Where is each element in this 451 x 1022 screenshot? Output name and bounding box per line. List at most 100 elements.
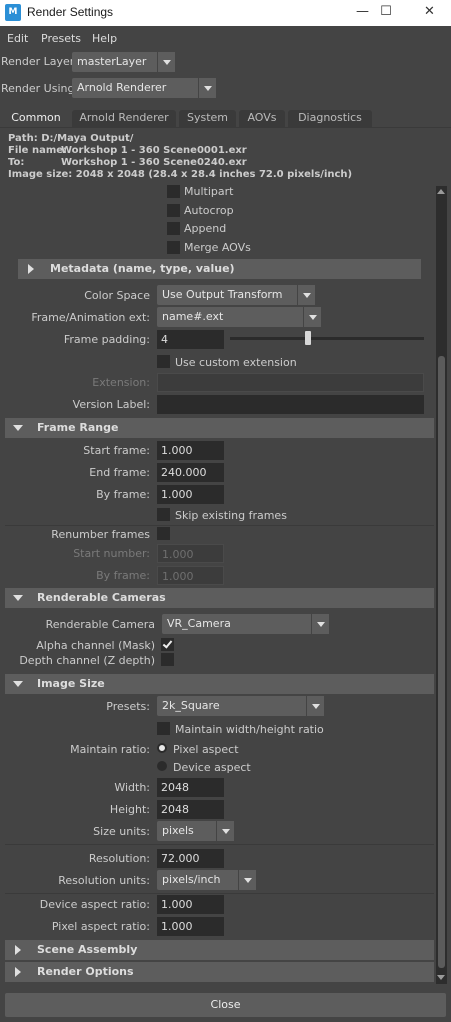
autocrop-checkbox[interactable]	[167, 204, 180, 217]
start-frame-field[interactable]: 1.000	[157, 441, 224, 460]
version-label-field[interactable]	[157, 395, 424, 414]
multipart-label: Multipart	[184, 185, 234, 198]
file-name-value: Workshop 1 - 360 Scene0001.exr	[61, 145, 247, 156]
scene-assembly-section-header[interactable]: Scene Assembly	[5, 940, 434, 960]
frame-padding-field[interactable]: 4	[157, 330, 224, 349]
title-bar: M Render Settings — ☐ ✕	[0, 0, 451, 26]
end-frame-field[interactable]: 240.000	[157, 463, 224, 482]
resolution-field[interactable]: 72.000	[157, 849, 224, 868]
merge-aovs-checkbox[interactable]	[167, 241, 180, 254]
scroll-up-icon[interactable]	[437, 189, 445, 194]
chevron-down-icon	[198, 78, 216, 98]
device-aspect-ratio-label: Device aspect ratio:	[39, 898, 150, 911]
extension-field	[157, 373, 424, 392]
skip-existing-checkbox[interactable]	[157, 508, 170, 521]
tab-system[interactable]: System	[179, 110, 236, 127]
render-using-dropdown[interactable]: Arnold Renderer	[72, 78, 216, 98]
expand-arrow-icon	[28, 264, 34, 274]
frame-padding-slider-handle[interactable]	[305, 331, 312, 345]
frame-ext-value: name#.ext	[162, 310, 224, 323]
to-label: To:	[8, 157, 25, 168]
append-checkbox[interactable]	[167, 222, 180, 235]
tab-common[interactable]: Common	[3, 110, 69, 128]
alpha-channel-checkbox[interactable]	[161, 638, 174, 651]
scrollbar-thumb[interactable]	[438, 356, 445, 968]
chevron-down-icon	[306, 696, 324, 716]
maintain-ratio-label: Maintain ratio:	[70, 743, 150, 756]
tab-divider	[0, 127, 451, 128]
merge-aovs-label: Merge AOVs	[184, 241, 251, 254]
presets-label: Presets:	[106, 700, 150, 713]
render-layer-label: Render Layer	[1, 55, 75, 68]
chevron-down-icon	[297, 285, 315, 305]
collapse-arrow-icon	[13, 681, 23, 687]
pixel-aspect-ratio-label: Pixel aspect ratio:	[51, 920, 150, 933]
collapse-arrow-icon	[13, 425, 23, 431]
render-using-value: Arnold Renderer	[77, 81, 167, 94]
divider	[5, 844, 434, 845]
divider	[5, 525, 434, 526]
frame-range-title: Frame Range	[37, 421, 119, 434]
custom-extension-label: Use custom extension	[175, 356, 297, 369]
chevron-down-icon	[311, 614, 329, 634]
by-frame2-label: By frame:	[96, 569, 150, 582]
scroll-down-icon[interactable]	[437, 975, 445, 980]
frame-ext-label: Frame/Animation ext:	[31, 311, 150, 324]
maximize-icon[interactable]: ☐	[364, 0, 408, 26]
pixel-aspect-radio[interactable]	[157, 743, 167, 753]
close-window-icon[interactable]: ✕	[408, 0, 451, 26]
tab-diagnostics[interactable]: Diagnostics	[288, 110, 372, 127]
depth-channel-checkbox[interactable]	[161, 653, 174, 666]
chevron-down-icon	[216, 821, 234, 841]
version-label-label: Version Label:	[72, 398, 150, 411]
metadata-title: Metadata (name, type, value)	[50, 262, 235, 275]
to-row: To: Workshop 1 - 360 Scene0240.exr	[8, 157, 308, 169]
width-field[interactable]: 2048	[157, 778, 224, 797]
custom-extension-checkbox[interactable]	[157, 355, 170, 368]
chevron-down-icon	[303, 307, 321, 327]
height-field[interactable]: 2048	[157, 800, 224, 819]
start-frame-label: Start frame:	[83, 444, 150, 457]
presets-value: 2k_Square	[162, 699, 220, 712]
render-options-section-header[interactable]: Render Options	[5, 962, 434, 982]
size-units-value: pixels	[162, 824, 194, 837]
device-aspect-radio[interactable]	[157, 761, 167, 771]
maintain-wh-checkbox[interactable]	[157, 722, 170, 735]
menu-help[interactable]: Help	[92, 32, 117, 45]
renderable-camera-dropdown[interactable]: VR_Camera	[162, 614, 329, 634]
renumber-frames-checkbox[interactable]	[157, 527, 170, 540]
output-path: Path: D:/Maya Output/	[8, 133, 134, 144]
maya-app-icon: M	[5, 4, 21, 21]
menu-presets[interactable]: Presets	[41, 32, 81, 45]
autocrop-label: Autocrop	[184, 204, 234, 217]
scene-assembly-title: Scene Assembly	[37, 943, 138, 956]
image-size-section-header[interactable]: Image Size	[5, 674, 434, 694]
color-space-dropdown[interactable]: Use Output Transform	[157, 285, 315, 305]
frame-ext-dropdown[interactable]: name#.ext	[157, 307, 321, 327]
color-space-label: Color Space	[84, 289, 150, 302]
render-layer-dropdown[interactable]: masterLayer	[72, 52, 175, 72]
size-units-dropdown[interactable]: pixels	[157, 821, 234, 841]
presets-dropdown[interactable]: 2k_Square	[157, 696, 324, 716]
frame-padding-label: Frame padding:	[63, 333, 150, 346]
expand-arrow-icon	[15, 967, 21, 977]
close-button[interactable]: Close	[5, 993, 446, 1017]
cameras-section-header[interactable]: Renderable Cameras	[5, 588, 434, 608]
resolution-label: Resolution:	[88, 852, 150, 865]
resolution-units-dropdown[interactable]: pixels/inch	[157, 870, 256, 890]
device-aspect-ratio-field[interactable]: 1.000	[157, 895, 224, 914]
window-title: Render Settings	[27, 5, 114, 19]
start-number-field: 1.000	[157, 544, 224, 563]
by-frame-field[interactable]: 1.000	[157, 485, 224, 504]
metadata-section-header[interactable]: Metadata (name, type, value)	[18, 259, 421, 279]
multipart-checkbox[interactable]	[167, 185, 180, 198]
image-size-summary: Image size: 2048 x 2048 (28.4 x 28.4 inc…	[8, 169, 353, 180]
frame-padding-slider[interactable]	[230, 337, 424, 340]
divider	[5, 893, 434, 894]
pixel-aspect-ratio-field[interactable]: 1.000	[157, 917, 224, 936]
tab-aovs[interactable]: AOVs	[239, 110, 285, 127]
menu-edit[interactable]: Edit	[7, 32, 28, 45]
tab-arnold-renderer[interactable]: Arnold Renderer	[72, 110, 176, 127]
frame-range-section-header[interactable]: Frame Range	[5, 418, 434, 438]
chevron-down-icon	[238, 870, 256, 890]
